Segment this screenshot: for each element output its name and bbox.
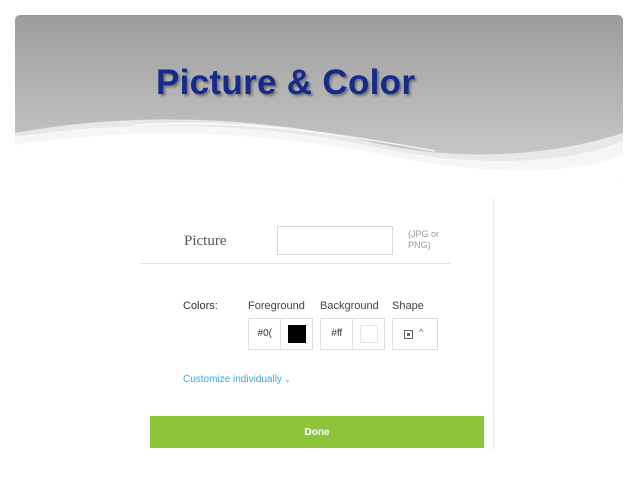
foreground-swatch-button[interactable] (281, 319, 312, 349)
picture-format-hint: (JPG or PNG) (408, 229, 440, 250)
shape-title: Shape (392, 300, 424, 312)
picture-file-input[interactable] (277, 226, 393, 255)
slide-title: Picture & Color (156, 63, 416, 102)
square-dot-icon (404, 330, 413, 339)
shape-select[interactable]: ^ (392, 318, 438, 350)
background-swatch (359, 325, 378, 343)
chevron-up-icon: ^ (419, 327, 424, 337)
done-button[interactable]: Done (150, 416, 484, 448)
foreground-swatch (287, 325, 306, 343)
foreground-color-picker: #0( (248, 318, 313, 350)
picture-label: Picture (184, 233, 227, 249)
customize-individually-link[interactable]: Customize individually ⌄ (183, 374, 291, 385)
picture-color-dialog: Picture (JPG or PNG) Colors: Foreground … (140, 198, 494, 450)
chevron-down-icon: ⌄ (283, 375, 291, 384)
divider (140, 263, 450, 264)
foreground-hex-input[interactable]: #0( (249, 319, 282, 349)
background-hex-input[interactable]: #ff (321, 319, 354, 349)
picture-row: Picture (JPG or PNG) (140, 198, 493, 264)
foreground-title: Foreground (248, 300, 305, 312)
customize-link-label: Customize individually (183, 374, 282, 385)
background-swatch-button[interactable] (353, 319, 384, 349)
background-title: Background (320, 300, 379, 312)
background-color-picker: #ff (320, 318, 385, 350)
slide-header: Picture & Color (15, 15, 623, 185)
colors-label: Colors: (183, 300, 218, 312)
